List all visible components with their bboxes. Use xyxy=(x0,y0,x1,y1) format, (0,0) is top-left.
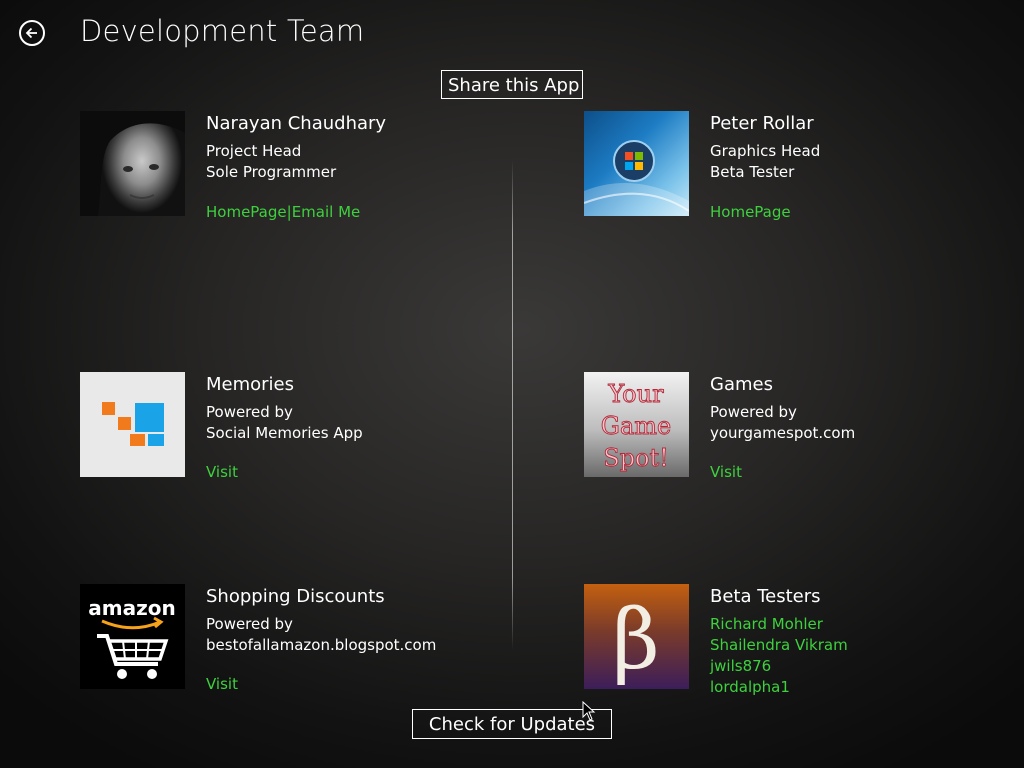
email-link[interactable]: Email Me xyxy=(292,203,361,221)
provider-name: yourgamespot.com xyxy=(710,424,856,442)
powered-by-label: Powered by xyxy=(206,615,293,633)
tester-link[interactable]: jwils876 xyxy=(710,657,771,675)
game-spot-logo: Your Game Spot! xyxy=(584,372,689,477)
logo-text: Game xyxy=(601,412,671,440)
powered-by-label: Powered by xyxy=(206,403,293,421)
app-name: Shopping Discounts xyxy=(206,586,385,607)
tester-link[interactable]: lordalpha1 xyxy=(710,678,790,696)
homepage-link[interactable]: HomePage xyxy=(206,203,287,221)
mouse-cursor-icon xyxy=(582,701,596,721)
beta-testers-card: β Beta Testers Richard Mohler Shailendra… xyxy=(584,584,984,704)
share-app-button[interactable]: Share this App xyxy=(441,70,583,99)
tester-link[interactable]: Richard Mohler xyxy=(710,615,823,633)
page-title: Development Team xyxy=(80,14,365,48)
provider-name: bestofallamazon.blogspot.com xyxy=(206,636,437,654)
arrow-left-icon xyxy=(25,27,37,39)
app-card-memories: Memories Powered by Social Memories App … xyxy=(80,372,480,492)
member-role: Graphics Head xyxy=(710,142,821,160)
logo-text: amazon xyxy=(88,596,175,620)
logo-text: β xyxy=(612,593,659,688)
app-name: Games xyxy=(710,374,773,395)
shopping-cart-icon xyxy=(97,634,169,679)
amazon-logo: amazon xyxy=(80,584,185,689)
app-card-shopping: amazon Shopping Discounts Powered by bes… xyxy=(80,584,480,704)
member-role: Sole Programmer xyxy=(206,163,337,181)
visit-link[interactable]: Visit xyxy=(710,463,742,481)
back-button[interactable] xyxy=(19,20,45,46)
links-row: HomePage|Email Me xyxy=(206,203,360,221)
windows-logo-image xyxy=(584,111,689,216)
beta-logo: β xyxy=(584,584,689,689)
visit-link[interactable]: Visit xyxy=(206,675,238,693)
member-role: Beta Tester xyxy=(710,163,795,181)
section-name: Beta Testers xyxy=(710,586,821,607)
logo-text: Spot! xyxy=(603,444,669,472)
member-name: Narayan Chaudhary xyxy=(206,113,387,134)
visit-link[interactable]: Visit xyxy=(206,463,238,481)
memories-logo xyxy=(80,372,185,477)
member-role: Project Head xyxy=(206,142,302,160)
column-divider xyxy=(512,160,513,650)
member-name: Peter Rollar xyxy=(710,113,814,134)
app-name: Memories xyxy=(206,374,295,395)
team-card-peter: Peter Rollar Graphics Head Beta Tester H… xyxy=(584,111,984,231)
app-card-games: Your Game Spot! Games Powered by yourgam… xyxy=(584,372,984,492)
tester-link[interactable]: Shailendra Vikram xyxy=(710,636,848,654)
provider-name: Social Memories App xyxy=(206,424,363,442)
avatar xyxy=(80,111,185,216)
logo-text: Your xyxy=(607,380,664,408)
homepage-link[interactable]: HomePage xyxy=(710,203,791,221)
team-card-narayan: Narayan Chaudhary Project Head Sole Prog… xyxy=(80,111,480,231)
powered-by-label: Powered by xyxy=(710,403,797,421)
